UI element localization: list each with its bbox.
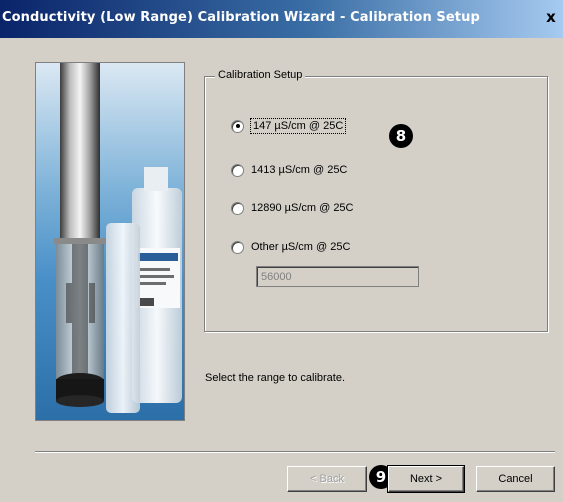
next-button[interactable]: Next >	[387, 465, 465, 493]
window-title: Conductivity (Low Range) Calibration Wiz…	[2, 10, 480, 25]
instruction-text: Select the range to calibrate.	[205, 372, 346, 384]
title-bar[interactable]: Conductivity (Low Range) Calibration Wiz…	[0, 0, 563, 38]
cancel-button[interactable]: Cancel	[476, 466, 555, 492]
close-button[interactable]: x	[542, 8, 560, 26]
radio-button-12890[interactable]	[231, 201, 244, 215]
group-box-label: Calibration Setup	[215, 69, 306, 81]
footer-separator	[35, 451, 555, 453]
radio-button-other[interactable]	[231, 240, 244, 254]
calibration-setup-group: Calibration Setup 147 µS/cm @ 25C 1413 µ…	[204, 69, 548, 332]
option-147-label: 147 µS/cm @ 25C	[249, 118, 347, 134]
other-value-input[interactable]	[256, 266, 419, 287]
radio-button-1413[interactable]	[231, 163, 244, 177]
probe-illustration	[54, 63, 182, 413]
option-other[interactable]: Other µS/cm @ 25C	[231, 238, 350, 256]
calibration-wizard-dialog: Conductivity (Low Range) Calibration Wiz…	[0, 0, 563, 502]
conductivity-probe-image	[35, 62, 185, 421]
option-12890[interactable]: 12890 µS/cm @ 25C	[231, 199, 354, 217]
option-12890-label: 12890 µS/cm @ 25C	[251, 202, 354, 214]
option-1413[interactable]: 1413 µS/cm @ 25C	[231, 161, 347, 179]
radio-button-147[interactable]	[231, 119, 244, 133]
option-1413-label: 1413 µS/cm @ 25C	[251, 164, 348, 176]
option-147[interactable]: 147 µS/cm @ 25C	[231, 117, 347, 135]
back-button[interactable]: < Back	[287, 466, 367, 492]
step-marker-8: 8	[389, 124, 413, 148]
option-other-label: Other µS/cm @ 25C	[251, 241, 351, 253]
